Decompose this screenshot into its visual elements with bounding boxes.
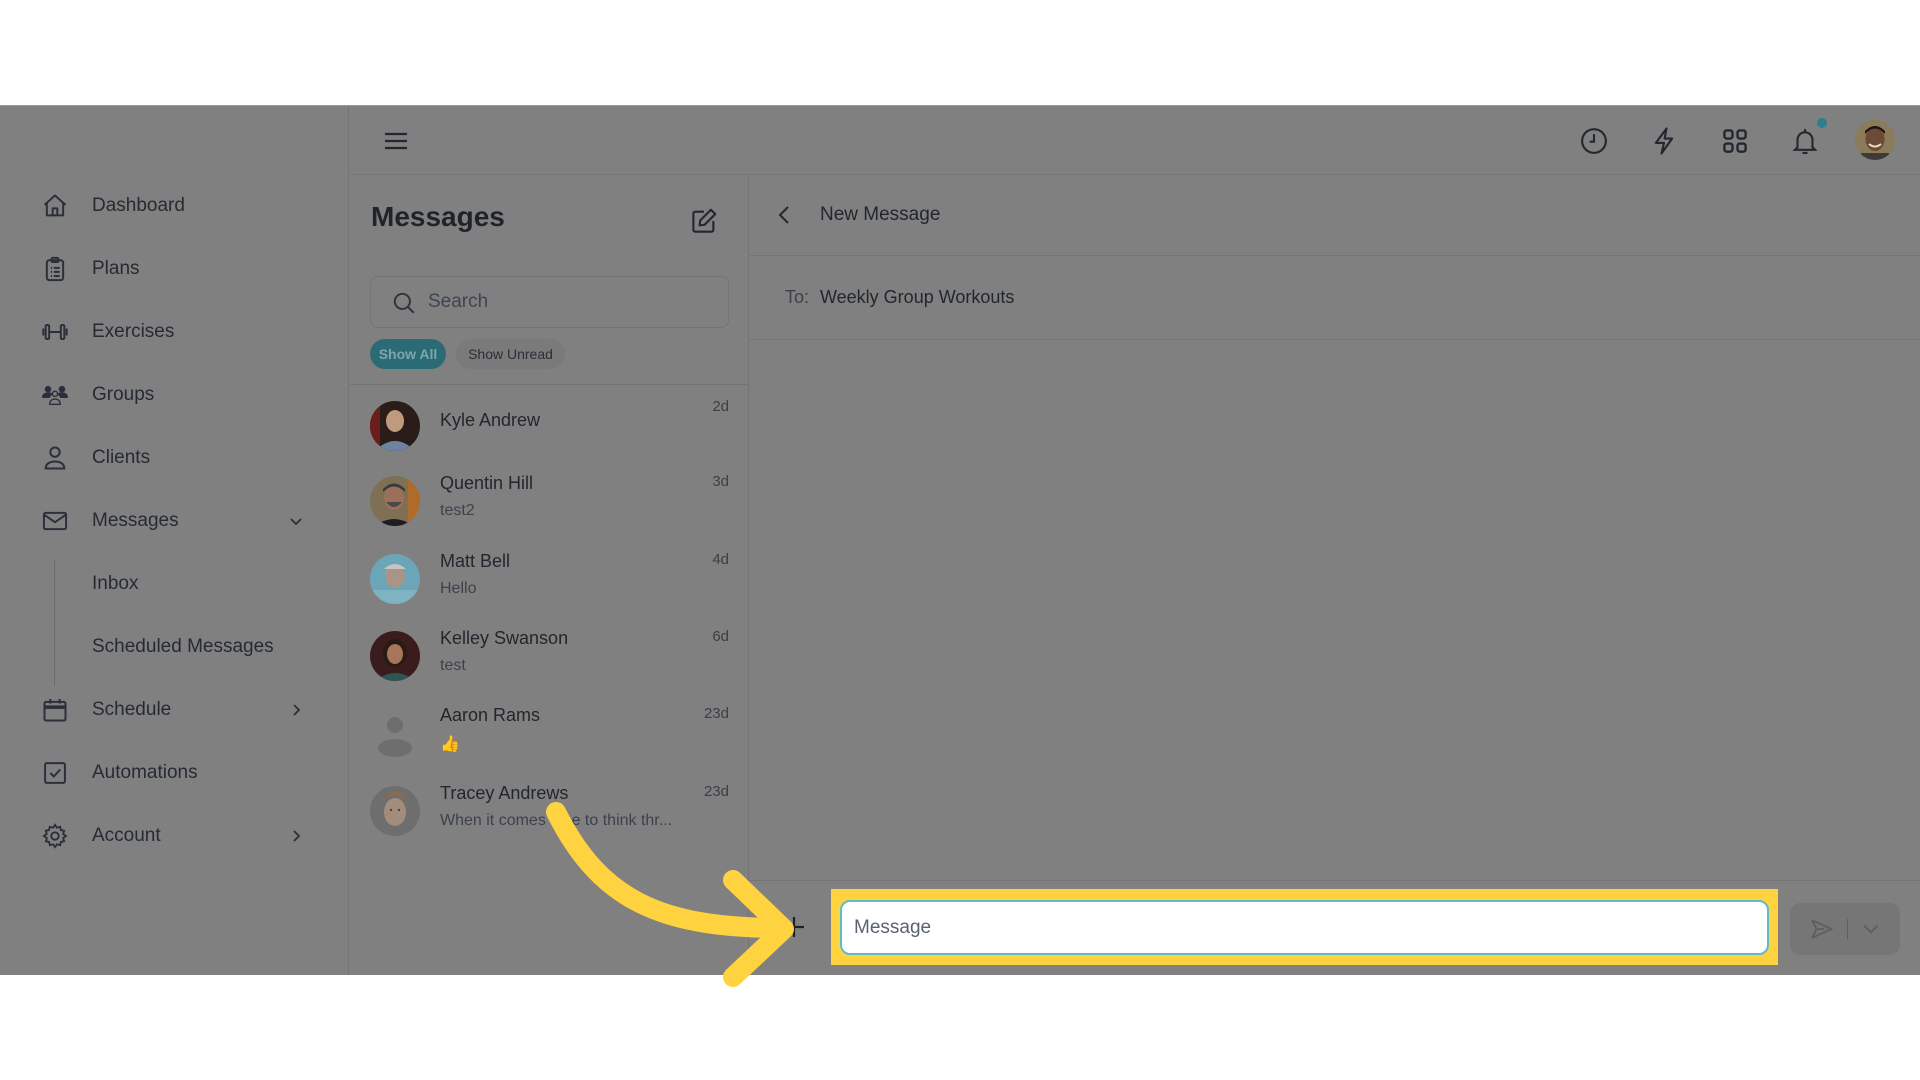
conversation-item[interactable]: Kyle Andrew 2d bbox=[350, 386, 749, 462]
chevron-right-icon bbox=[293, 830, 301, 842]
sidebar-item-label: Scheduled Messages bbox=[92, 636, 274, 657]
conversation-preview: Hello bbox=[440, 580, 477, 597]
apps-grid-icon[interactable] bbox=[1720, 126, 1750, 156]
sidebar-item-label: Dashboard bbox=[92, 195, 185, 216]
sidebar-item-label: Inbox bbox=[92, 573, 139, 594]
chat-panel: New Message To: Weekly Group Workouts bbox=[750, 176, 1920, 976]
clipboard-icon bbox=[40, 254, 70, 284]
send-button[interactable] bbox=[1790, 903, 1900, 955]
top-bar bbox=[350, 106, 1920, 175]
avatar bbox=[370, 476, 420, 526]
conversation-preview: When it comes time to think thr... bbox=[440, 812, 673, 829]
avatar bbox=[370, 554, 420, 604]
sidebar-item-clients[interactable]: Clients bbox=[0, 436, 349, 480]
chevron-right-icon bbox=[293, 704, 301, 716]
conversation-item[interactable]: Kelley Swanson test 6d bbox=[350, 616, 749, 692]
conversation-preview: 👍 bbox=[440, 736, 460, 753]
sidebar-item-groups[interactable]: Groups bbox=[0, 373, 349, 417]
recipient-value[interactable]: Weekly Group Workouts bbox=[820, 287, 1014, 308]
notification-dot bbox=[1817, 118, 1827, 128]
conversation-time: 3d bbox=[712, 473, 729, 490]
plus-icon[interactable] bbox=[782, 915, 806, 939]
conversation-preview: test bbox=[440, 657, 466, 674]
mail-icon bbox=[40, 506, 70, 536]
chat-title: New Message bbox=[820, 204, 941, 225]
send-icon bbox=[1810, 919, 1833, 939]
message-input[interactable] bbox=[840, 900, 1769, 955]
filter-show-unread[interactable]: Show Unread bbox=[456, 339, 565, 369]
avatar bbox=[370, 708, 420, 758]
conversation-name: Matt Bell bbox=[440, 551, 511, 571]
calendar-icon bbox=[40, 695, 70, 725]
search-input[interactable] bbox=[428, 287, 718, 317]
user-icon bbox=[40, 443, 70, 473]
conversation-preview: test2 bbox=[440, 502, 475, 519]
sidebar-item-label: Groups bbox=[92, 384, 155, 405]
conversation-time: 6d bbox=[712, 628, 729, 645]
divider bbox=[350, 384, 749, 385]
chevron-down-icon[interactable] bbox=[1860, 918, 1882, 940]
sidebar-item-account[interactable]: Account bbox=[0, 814, 349, 858]
sidebar-item-label: Schedule bbox=[92, 699, 172, 720]
avatar bbox=[370, 401, 420, 451]
sidebar-item-inbox[interactable]: Inbox bbox=[0, 562, 349, 606]
messages-panel: Messages Show All Show Unread Kyle Andre… bbox=[350, 176, 749, 976]
bell-icon[interactable] bbox=[1790, 126, 1820, 156]
conversation-item[interactable]: Aaron Rams 👍 23d bbox=[350, 693, 749, 769]
conversation-name: Quentin Hill bbox=[440, 473, 534, 493]
sidebar-item-label: Automations bbox=[92, 762, 198, 783]
recipient-row: To: Weekly Group Workouts bbox=[750, 257, 1920, 340]
sidebar-item-messages[interactable]: Messages bbox=[0, 499, 349, 543]
sidebar-item-dashboard[interactable]: Dashboard bbox=[0, 184, 349, 228]
sidebar-item-label: Messages bbox=[92, 510, 179, 531]
conversation-name: Kelley Swanson bbox=[440, 628, 569, 648]
app-window: Dashboard Plans Exercises Groups Clients bbox=[0, 105, 1920, 976]
conversation-time: 2d bbox=[712, 398, 729, 415]
sidebar-item-label: Exercises bbox=[92, 321, 175, 342]
conversation-item[interactable]: Matt Bell Hello 4d bbox=[350, 539, 749, 615]
gear-icon bbox=[40, 821, 70, 851]
avatar bbox=[370, 786, 420, 836]
sidebar-item-label: Clients bbox=[92, 447, 151, 468]
message-composer bbox=[750, 880, 1920, 976]
users-icon bbox=[40, 380, 70, 410]
search-icon bbox=[393, 292, 415, 314]
menu-icon[interactable] bbox=[383, 128, 409, 154]
search-field[interactable] bbox=[370, 276, 729, 328]
user-avatar[interactable] bbox=[1855, 120, 1895, 160]
sidebar-item-exercises[interactable]: Exercises bbox=[0, 310, 349, 354]
conversation-name: Aaron Rams bbox=[440, 705, 541, 725]
chat-header: New Message bbox=[750, 176, 1920, 256]
conversation-time: 4d bbox=[712, 551, 729, 568]
sidebar: Dashboard Plans Exercises Groups Clients bbox=[0, 106, 349, 975]
dumbbell-icon bbox=[40, 317, 70, 347]
bolt-icon[interactable] bbox=[1649, 126, 1679, 156]
sidebar-item-label: Plans bbox=[92, 258, 140, 279]
messages-title: Messages bbox=[371, 201, 505, 232]
to-label: To: bbox=[785, 287, 810, 307]
avatar bbox=[370, 631, 420, 681]
clock-icon[interactable] bbox=[1579, 126, 1609, 156]
sidebar-item-schedule[interactable]: Schedule bbox=[0, 688, 349, 732]
checkbox-icon bbox=[40, 758, 70, 788]
conversation-time: 23d bbox=[703, 705, 729, 722]
chevron-down-icon bbox=[290, 518, 302, 526]
conversation-item[interactable]: Tracey Andrews When it comes time to thin… bbox=[350, 771, 749, 847]
compose-icon[interactable] bbox=[689, 206, 719, 236]
separator bbox=[1846, 919, 1848, 939]
sidebar-item-plans[interactable]: Plans bbox=[0, 247, 349, 291]
conversation-name: Kyle Andrew bbox=[440, 410, 541, 430]
filter-show-all[interactable]: Show All bbox=[370, 339, 446, 369]
sidebar-item-scheduled-messages[interactable]: Scheduled Messages bbox=[0, 625, 349, 669]
sidebar-item-automations[interactable]: Automations bbox=[0, 751, 349, 795]
conversation-name: Tracey Andrews bbox=[440, 783, 569, 803]
conversation-time: 23d bbox=[703, 783, 729, 800]
home-icon bbox=[40, 191, 70, 221]
back-arrow-icon[interactable] bbox=[775, 204, 795, 226]
conversation-item[interactable]: Quentin Hill test2 3d bbox=[350, 461, 749, 537]
sidebar-item-label: Account bbox=[92, 825, 161, 846]
